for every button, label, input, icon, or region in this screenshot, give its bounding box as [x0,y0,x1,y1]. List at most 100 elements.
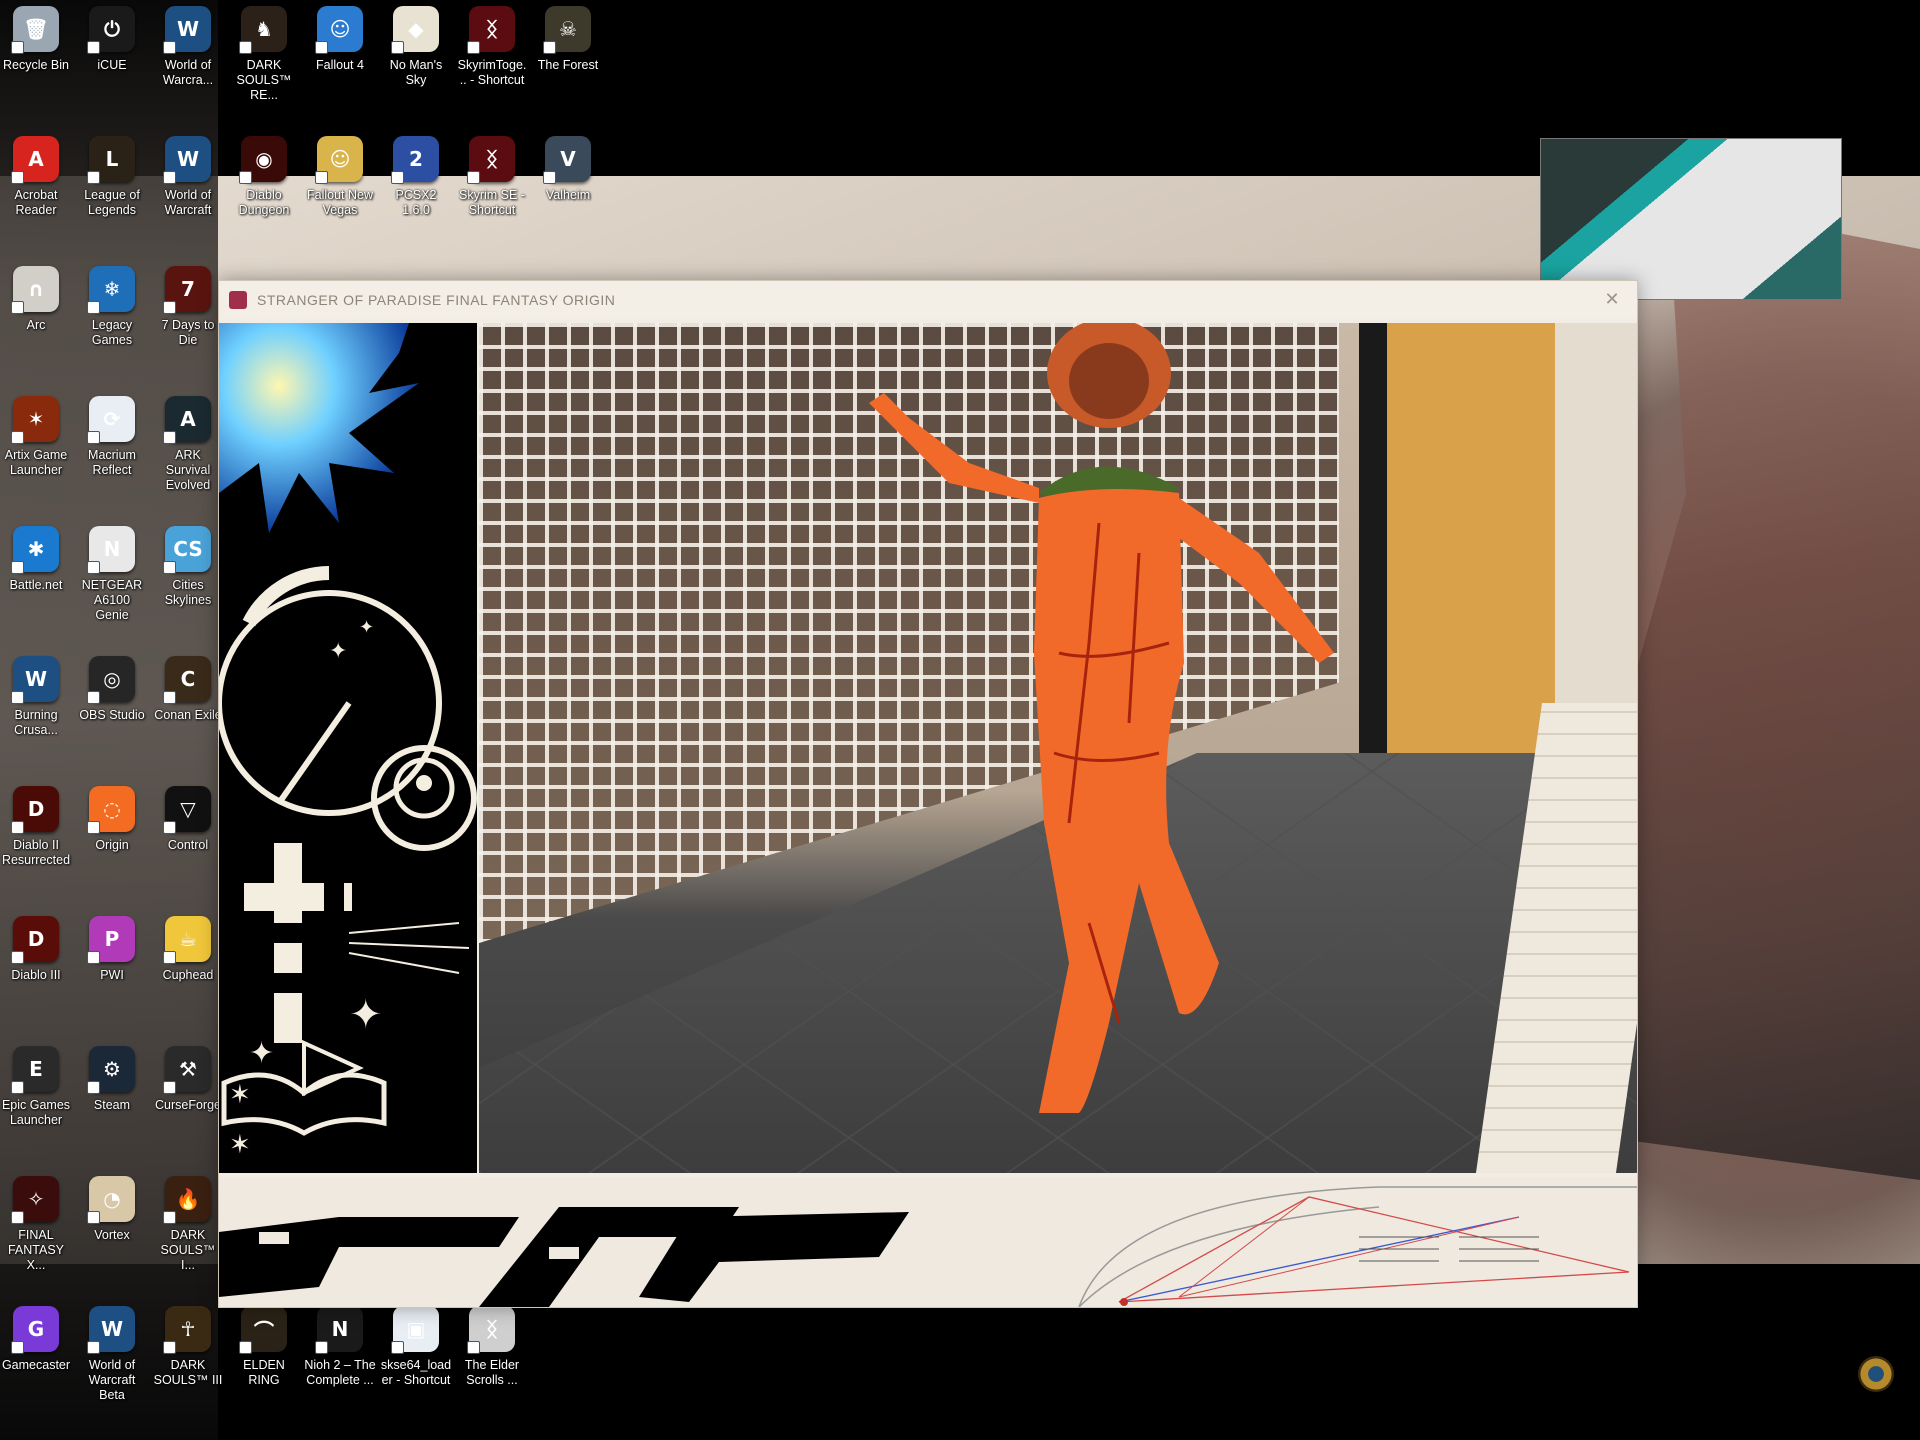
desktop-icon[interactable]: N Nioh 2 – The Complete ... [304,1306,376,1388]
desktop-icon-label: ELDEN RING [243,1358,285,1387]
desktop-icon-label: OBS Studio [79,708,145,722]
desktop-icon[interactable]: ▽ Control [152,786,224,853]
desktop-icon-label: Acrobat Reader [14,188,58,217]
desktop-icon-label: Origin [95,838,129,852]
desktop-icon[interactable]: ⚒ CurseForge [152,1046,224,1113]
desktop-icon[interactable]: 7 7 Days to Die [152,266,224,348]
wow-tray-icon[interactable] [1858,1356,1894,1392]
desktop-icon[interactable]: ✧ FINAL FANTASY X... [0,1176,72,1273]
desktop-icon-label: DARK SOULS™ III [153,1358,223,1387]
desktop-icon[interactable]: ⏻ iCUE [76,6,148,73]
desktop-icon[interactable]: C Conan Exile [152,656,224,723]
dark-souls-remastered-icon: ♞ [239,6,287,54]
desktop-icon[interactable]: ❄ Legacy Games [76,266,148,348]
svg-text:✶: ✶ [229,1130,251,1160]
desktop-icon-label: Macrium Reflect [88,448,136,477]
close-icon[interactable]: ✕ [1599,287,1625,313]
skse64-loader-icon: ▣ [391,1306,439,1354]
desktop-icon[interactable]: ◎ OBS Studio [76,656,148,723]
desktop-icon-label: Artix Game Launcher [4,448,68,477]
desktop-icon[interactable]: ♞ DARK SOULS™ RE... [228,6,300,103]
desktop-icon[interactable]: ✱ Battle.net [0,526,72,593]
tarot-art: ✦ ✦ ✦ ✦ ✶ ✶ [219,323,477,1160]
desktop-icon[interactable]: ᛝ SkyrimToge... - Shortcut [456,6,528,88]
control-icon: ▽ [163,786,211,834]
elden-ring-icon: ⌒ [239,1306,287,1354]
desktop-icon-label: Steam [93,1098,131,1112]
desktop-icon[interactable]: D Diablo III [0,916,72,983]
desktop-icon[interactable]: ☺ Fallout 4 [304,6,376,73]
desktop-icon[interactable]: N NETGEAR A6100 Genie [76,526,148,623]
desktop-icon-label: Conan Exile [154,708,222,722]
game-window[interactable]: STRANGER OF PARADISE FINAL FANTASY ORIGI… [218,280,1638,1308]
desktop-icon[interactable]: ⚙ Steam [76,1046,148,1113]
desktop-icon[interactable]: W World of Warcra... [152,6,224,88]
world-of-warcraft-icon: W [163,6,211,54]
window-titlebar[interactable]: STRANGER OF PARADISE FINAL FANTASY ORIGI… [219,281,1637,319]
desktop-icon[interactable]: W World of Warcraft Beta [76,1306,148,1403]
desktop-icon-label: Gamecaster [1,1358,71,1372]
desktop-icon-label: Diablo Dungeon [238,188,290,217]
desktop-icon[interactable]: CS Cities Skylines [152,526,224,608]
cities-skylines-icon: CS [163,526,211,574]
desktop-icon[interactable]: P PWI [76,916,148,983]
steam-icon: ⚙ [87,1046,135,1094]
desktop-icon[interactable]: ⌒ ELDEN RING [228,1306,300,1388]
desktop-icon[interactable]: W World of Warcraft [152,136,224,218]
desktop-icon[interactable]: ▣ skse64_loader - Shortcut [380,1306,452,1388]
desktop-icon[interactable]: ◔ Vortex [76,1176,148,1243]
desktop-icon-label: Fallout 4 [316,58,364,72]
svg-text:✦: ✦ [359,617,374,638]
desktop-icon[interactable]: ☕ Cuphead [152,916,224,983]
desktop-icon[interactable]: ∩ Arc [0,266,72,333]
desktop-icon-label: DARK SOULS™ I... [160,1228,216,1272]
fallout-new-vegas-icon: ☺ [315,136,363,184]
desktop-icon[interactable]: D Diablo II Resurrected [0,786,72,868]
desktop-icon[interactable]: V Valheim [532,136,604,203]
desktop-icon[interactable]: L League of Legends [76,136,148,218]
desktop-icon-label: CurseForge [155,1098,221,1112]
desktop-icon[interactable]: ᛝ Skyrim SE - Shortcut [456,136,528,218]
desktop-icon[interactable]: 2 PCSX2 1.6.0 [380,136,452,218]
desktop-icon[interactable]: G Gamecaster [0,1306,72,1373]
desktop-icon[interactable]: ☥ DARK SOULS™ III [152,1306,224,1388]
cuphead-icon: ☕ [163,916,211,964]
desktop-icon[interactable]: ✶ Artix Game Launcher [0,396,72,478]
desktop-icon[interactable]: ◉ Diablo Dungeon [228,136,300,218]
desktop-icon[interactable]: A Acrobat Reader [0,136,72,218]
desktop-icon[interactable]: W Burning Crusa... [0,656,72,738]
acrobat-reader-icon: A [11,136,59,184]
desktop-icon[interactable]: ⟳ Macrium Reflect [76,396,148,478]
legacy-games-icon: ❄ [87,266,135,314]
desktop-icon-label: Legacy Games [91,318,133,347]
desktop-icon-label: Arc [26,318,46,332]
desktop-icon[interactable]: ᛝ The Elder Scrolls ... [456,1306,528,1388]
desktop-icon-label: 7 Days to Die [161,318,215,347]
svg-text:✦: ✦ [349,992,383,1038]
the-forest-icon: ☠ [543,6,591,54]
gamecaster-icon: G [11,1306,59,1354]
desktop-icon[interactable]: E Epic Games Launcher [0,1046,72,1128]
desktop-icon[interactable]: ☠ The Forest [532,6,604,73]
final-fantasy-xiv-icon: ✧ [11,1176,59,1224]
curseforge-icon: ⚒ [163,1046,211,1094]
desktop-icon[interactable]: ◆ No Man's Sky [380,6,452,88]
corner-thumbnail [1540,138,1842,300]
desktop-icon[interactable]: ☺ Fallout New Vegas [304,136,376,218]
desktop-icon-label: Burning Crusa... [14,708,58,737]
desktop-icon-label: No Man's Sky [389,58,443,87]
desktop-icon[interactable]: A ARK Survival Evolved [152,396,224,493]
desktop-icon-label: Battle.net [9,578,63,592]
desktop-icon-label: Cities Skylines [164,578,212,607]
obs-studio-icon: ◎ [87,656,135,704]
desktop-icon[interactable]: 🔥 DARK SOULS™ I... [152,1176,224,1273]
desktop-icon-label: Diablo III [11,968,61,982]
7-days-to-die-icon: 7 [163,266,211,314]
desktop-icon-label: SkyrimToge... - Shortcut [457,58,527,87]
pumpkin-costume-dancer [869,323,1334,1113]
pcsx2-icon: 2 [391,136,439,184]
desktop-icon[interactable]: ◌ Origin [76,786,148,853]
graphic-strip [219,1177,1637,1307]
video-frame[interactable] [479,323,1637,1173]
desktop-icon[interactable]: 🗑 Recycle Bin [0,6,72,73]
